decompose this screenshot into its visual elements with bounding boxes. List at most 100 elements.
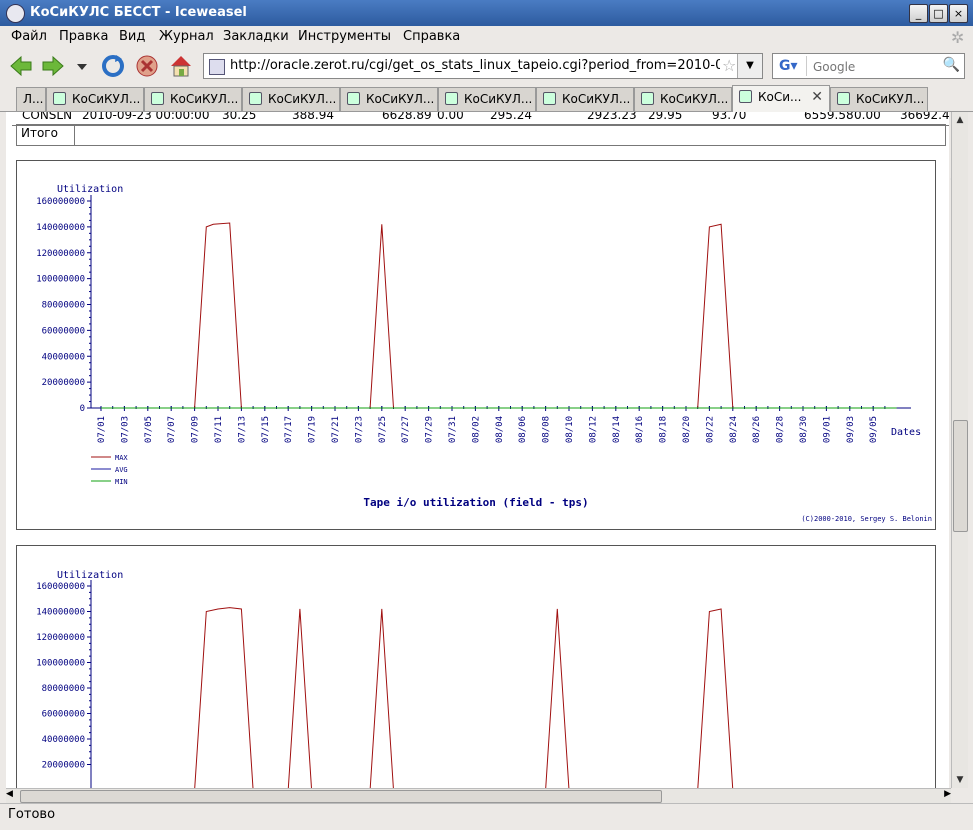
y-tick-label: 40000000	[42, 735, 85, 745]
search-bar[interactable]: G▾ 🔍	[772, 53, 965, 79]
x-tick-label: 08/06	[518, 416, 528, 443]
site-favicon-icon	[209, 59, 225, 75]
horizontal-scrollbar[interactable]: ◀ ▶	[6, 788, 951, 803]
x-tick-label: 07/19	[308, 416, 318, 443]
x-tick-label: 08/20	[682, 416, 692, 443]
menu-tools[interactable]: Инструменты	[298, 29, 391, 44]
tab-bar: ◀ Л... КоСиКУЛ... КоСиКУЛ... КоСиКУЛ... …	[0, 85, 973, 189]
y-tick-label: 100000000	[36, 275, 85, 285]
table-cell: 2923.23	[587, 112, 637, 122]
x-tick-label: 07/03	[120, 416, 130, 443]
chart-2: Utilization 160000000 140000000 120000000 1…	[16, 545, 936, 788]
scroll-down-button[interactable]: ▼	[952, 772, 968, 788]
y-tick-label: 80000000	[42, 301, 85, 311]
tab[interactable]: КоСиКУЛ...	[438, 87, 536, 111]
y-tick-label: 20000000	[42, 761, 85, 771]
x-tick-label: 08/22	[705, 416, 715, 443]
x-tick-label: 08/18	[659, 416, 669, 443]
tab[interactable]: КоСиКУЛ...	[830, 87, 928, 111]
x-tick-label: 07/21	[331, 416, 341, 443]
table-cell: CONSLN	[22, 112, 73, 122]
tab[interactable]: КоСиКУЛ...	[536, 87, 634, 111]
search-icon[interactable]: 🔍	[943, 57, 960, 73]
status-bar: Готово	[0, 803, 973, 830]
status-text: Готово	[8, 807, 56, 822]
x-tick-label: 07/31	[448, 416, 458, 443]
close-tab-icon[interactable]: ✕	[811, 89, 823, 105]
search-input[interactable]	[811, 57, 945, 77]
x-tick-label: 07/29	[425, 416, 435, 443]
x-tick-label: 09/05	[869, 416, 879, 443]
y-tick-label: 120000000	[36, 633, 85, 643]
url-dropdown-button[interactable]: ▼	[737, 54, 762, 78]
maximize-button[interactable]: □	[929, 4, 948, 23]
menu-help[interactable]: Справка	[403, 29, 460, 44]
table-cell: 6559.58	[804, 112, 854, 122]
chart-1: Utilization Dates Tape i/o utilization (…	[16, 160, 936, 530]
x-tick-label: 08/16	[635, 416, 645, 443]
bookmark-star-icon[interactable]: ☆	[722, 56, 736, 75]
url-text[interactable]: http://oracle.zerot.ru/cgi/get_os_stats_…	[230, 58, 720, 73]
tab[interactable]: КоСиКУЛ...	[144, 87, 242, 111]
tab[interactable]: КоСиКУЛ...	[46, 87, 144, 111]
total-label: Итого	[21, 126, 58, 140]
x-tick-label: 07/23	[354, 416, 364, 443]
stop-icon[interactable]	[134, 53, 160, 79]
x-tick-label: 07/07	[167, 416, 177, 443]
y-tick-label: 160000000	[36, 582, 85, 592]
x-tick-label: 08/24	[729, 416, 739, 443]
x-tick-label: 07/11	[214, 416, 224, 443]
minimize-button[interactable]: _	[909, 4, 928, 23]
url-bar[interactable]: http://oracle.zerot.ru/cgi/get_os_stats_…	[203, 53, 763, 79]
vertical-scroll-thumb[interactable]	[953, 420, 968, 532]
menu-file[interactable]: Файл	[11, 29, 47, 44]
y-tick-label: 160000000	[36, 197, 85, 207]
tab[interactable]: КоСиКУЛ...	[634, 87, 732, 111]
x-tick-label: 08/10	[565, 416, 575, 443]
y-axis-label: Utilization	[57, 570, 123, 581]
window-titlebar[interactable]: КоСиКУЛС БЕССТ - Iceweasel _ □ ×	[0, 0, 973, 26]
reload-icon[interactable]	[100, 53, 126, 79]
tab[interactable]: КоСиКУЛ...	[340, 87, 438, 111]
x-tick-label: 07/27	[401, 416, 411, 443]
iceweasel-app-icon	[6, 4, 25, 23]
x-tick-label: 07/13	[237, 416, 247, 443]
tab-active[interactable]: КоСи... ✕	[732, 85, 830, 112]
tab[interactable]: Л...	[16, 87, 46, 111]
close-window-button[interactable]: ×	[949, 4, 968, 23]
menu-bar: Файл Правка Вид Журнал Закладки Инструме…	[0, 26, 973, 48]
tab[interactable]: КоСиКУЛ...	[242, 87, 340, 111]
google-engine-icon[interactable]: G▾	[775, 56, 807, 76]
forward-arrow-icon[interactable]	[40, 53, 66, 79]
legend-label-min: MIN	[115, 478, 128, 486]
menu-history[interactable]: Журнал	[159, 29, 214, 44]
menu-bookmarks[interactable]: Закладки	[223, 29, 289, 44]
home-icon[interactable]	[168, 53, 194, 79]
x-tick-label: 08/12	[588, 416, 598, 443]
y-tick-label: 20000000	[42, 378, 85, 388]
x-tick-label: 08/04	[495, 416, 505, 443]
x-tick-label: 07/05	[144, 416, 154, 443]
series-max-line	[101, 222, 897, 409]
y-tick-label: 0	[80, 404, 85, 414]
x-tick-label: 07/17	[284, 416, 294, 443]
x-tick-label: 07/15	[261, 416, 271, 443]
menu-edit[interactable]: Правка	[59, 29, 108, 44]
y-tick-label: 40000000	[42, 352, 85, 362]
scroll-left-button[interactable]: ◀	[6, 789, 13, 799]
horizontal-scroll-thumb[interactable]	[20, 790, 662, 803]
menu-view[interactable]: Вид	[119, 29, 145, 44]
history-dropdown-icon[interactable]	[72, 53, 92, 79]
y-tick-label: 140000000	[36, 608, 85, 618]
table-cell: 388.94	[292, 112, 334, 122]
x-tick-label: 08/02	[471, 416, 481, 443]
table-cell: 36692.41	[900, 112, 949, 122]
scroll-right-button[interactable]: ▶	[944, 789, 951, 799]
vertical-scrollbar[interactable]: ▲ ▼	[951, 112, 968, 788]
y-tick-label: 60000000	[42, 326, 85, 336]
back-arrow-icon[interactable]	[8, 53, 34, 79]
table-cell: 6628.89	[382, 112, 432, 122]
legend-label-max: MAX	[115, 454, 128, 462]
y-tick-label: 80000000	[42, 684, 85, 694]
scroll-up-button[interactable]: ▲	[952, 112, 968, 128]
